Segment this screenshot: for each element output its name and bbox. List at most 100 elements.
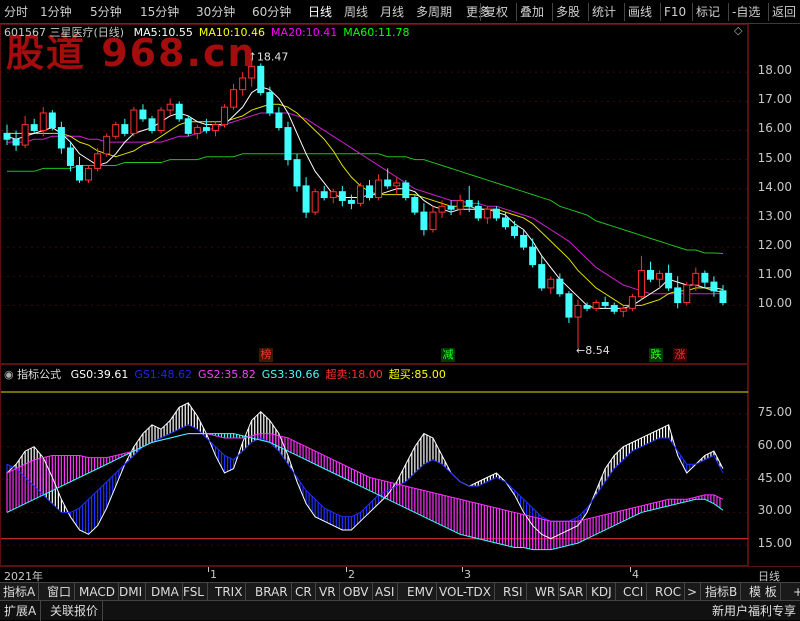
- candle[interactable]: [628, 293, 636, 312]
- candle[interactable]: [511, 220, 519, 239]
- candle[interactable]: [66, 142, 74, 172]
- indicator-tab-22[interactable]: 模 板: [746, 583, 781, 601]
- indicator-tab-20[interactable]: >: [684, 583, 702, 601]
- toolbar-button-0[interactable]: 复权: [484, 0, 508, 24]
- toolbar-button-3[interactable]: 统计: [592, 0, 616, 24]
- indicator-tab-14[interactable]: RSI: [500, 583, 527, 601]
- candle[interactable]: [121, 118, 129, 137]
- candle[interactable]: [30, 118, 38, 134]
- candle[interactable]: [375, 174, 383, 201]
- candle[interactable]: [85, 165, 93, 183]
- indicator-tab-13[interactable]: VOL-TDX: [436, 583, 495, 601]
- indicator-title[interactable]: 指标公式: [17, 368, 61, 381]
- indicator-tab-3[interactable]: DMI: [116, 583, 147, 601]
- candle[interactable]: [48, 110, 56, 131]
- indicator-tab-23[interactable]: +: [790, 583, 800, 601]
- candle[interactable]: [275, 107, 283, 131]
- indicator-tab-12[interactable]: EMV: [404, 583, 438, 601]
- toolbar-button-8[interactable]: 返回: [772, 0, 796, 24]
- candle[interactable]: [230, 83, 238, 111]
- toolbar-button-7[interactable]: -自选: [732, 0, 760, 24]
- candle[interactable]: [302, 177, 310, 218]
- period-tab-8[interactable]: 月线: [380, 0, 404, 24]
- candle[interactable]: [683, 282, 691, 306]
- candle[interactable]: [293, 153, 301, 192]
- indicator-tab-7[interactable]: BRAR: [252, 583, 292, 601]
- candle[interactable]: [565, 290, 573, 323]
- candle[interactable]: [429, 206, 437, 233]
- candle[interactable]: [610, 302, 618, 315]
- chart-settings-icon[interactable]: ◇: [734, 24, 742, 37]
- candle[interactable]: [175, 101, 183, 122]
- indicator-tab-4[interactable]: DMA: [148, 583, 183, 601]
- candle[interactable]: [701, 270, 709, 288]
- period-tab-4[interactable]: 30分钟: [196, 0, 235, 24]
- candle[interactable]: [719, 285, 727, 306]
- period-tab-3[interactable]: 15分钟: [140, 0, 179, 24]
- candle[interactable]: [211, 121, 219, 137]
- indicator-tab-1[interactable]: 窗口: [44, 583, 76, 601]
- candle[interactable]: [366, 180, 374, 201]
- indicator-tab-21[interactable]: 指标B: [702, 583, 742, 601]
- candle[interactable]: [592, 299, 600, 312]
- candle[interactable]: [112, 121, 120, 140]
- candle[interactable]: [456, 194, 464, 216]
- candle[interactable]: [356, 182, 364, 207]
- candle[interactable]: [465, 185, 473, 213]
- indicator-tab-11[interactable]: ASI: [372, 583, 399, 601]
- indicator-tab-16[interactable]: SAR: [556, 583, 588, 601]
- period-tab-1[interactable]: 1分钟: [40, 0, 72, 24]
- indicator-tab-2[interactable]: MACD: [76, 583, 119, 601]
- period-tab-6[interactable]: 日线: [308, 0, 332, 24]
- indicator-tab-6[interactable]: TRIX: [212, 583, 247, 601]
- promo-link[interactable]: 新用户福利专享: [708, 601, 800, 621]
- bottom-button-1[interactable]: 关联报价: [46, 601, 104, 621]
- candle[interactable]: [157, 107, 165, 134]
- toolbar-button-6[interactable]: 标记: [696, 0, 720, 24]
- candle[interactable]: [538, 255, 546, 291]
- candle[interactable]: [257, 63, 265, 96]
- period-tab-0[interactable]: 分时: [4, 0, 28, 24]
- candle[interactable]: [665, 264, 673, 291]
- indicator-tab-8[interactable]: CR: [292, 583, 316, 601]
- candle[interactable]: [139, 104, 147, 122]
- candle[interactable]: [574, 299, 582, 349]
- indicator-tab-0[interactable]: 指标A: [0, 583, 40, 601]
- period-tab-9[interactable]: 多周期: [416, 0, 452, 24]
- period-tab-7[interactable]: 周线: [344, 0, 368, 24]
- toolbar-button-4[interactable]: 画线: [628, 0, 652, 24]
- candle[interactable]: [483, 206, 491, 224]
- candle[interactable]: [447, 200, 455, 216]
- candle[interactable]: [103, 133, 111, 157]
- indicator-toggle-icon[interactable]: ◉: [4, 368, 14, 381]
- candle[interactable]: [148, 115, 156, 134]
- candle[interactable]: [492, 206, 500, 221]
- candle[interactable]: [57, 121, 65, 154]
- candle[interactable]: [411, 194, 419, 216]
- indicator-tab-18[interactable]: CCI: [620, 583, 648, 601]
- candle[interactable]: [130, 107, 138, 137]
- candle[interactable]: [311, 188, 319, 216]
- candle[interactable]: [646, 261, 654, 283]
- candle[interactable]: [601, 296, 609, 309]
- candle[interactable]: [393, 177, 401, 195]
- candle[interactable]: [402, 180, 410, 201]
- candle[interactable]: [221, 104, 229, 128]
- indicator-tab-17[interactable]: KDJ: [588, 583, 616, 601]
- indicator-tab-9[interactable]: VR: [316, 583, 340, 601]
- toolbar-button-1[interactable]: 叠加: [520, 0, 544, 24]
- indicator-panel[interactable]: [0, 364, 749, 566]
- candle[interactable]: [39, 107, 47, 137]
- candle[interactable]: [21, 115, 29, 148]
- candle[interactable]: [637, 255, 645, 300]
- toolbar-button-5[interactable]: F10: [664, 0, 686, 24]
- candle[interactable]: [193, 124, 201, 140]
- bottom-button-0[interactable]: 扩展A: [0, 601, 42, 621]
- candle[interactable]: [384, 168, 392, 189]
- period-tab-2[interactable]: 5分钟: [90, 0, 122, 24]
- indicator-tab-5[interactable]: FSL: [180, 583, 208, 601]
- indicator-tab-19[interactable]: ROC: [652, 583, 686, 601]
- period-tab-5[interactable]: 60分钟: [252, 0, 291, 24]
- candle[interactable]: [76, 156, 84, 183]
- candle[interactable]: [547, 276, 555, 294]
